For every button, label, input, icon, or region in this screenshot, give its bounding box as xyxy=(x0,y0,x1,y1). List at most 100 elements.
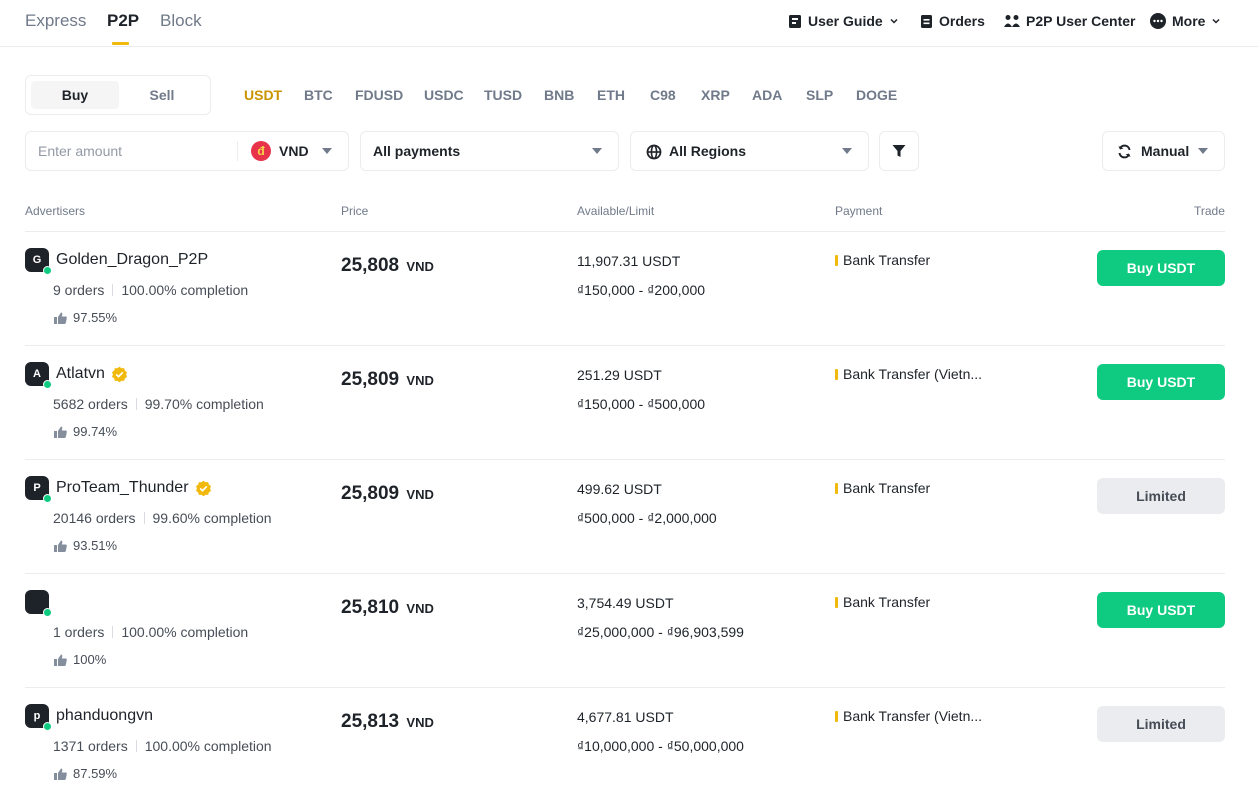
active-tab-indicator xyxy=(112,42,129,45)
coin-c98[interactable]: C98 xyxy=(650,87,676,103)
verified-badge-icon xyxy=(111,366,127,382)
avatar[interactable] xyxy=(25,590,52,617)
payment-color-bar xyxy=(835,482,838,494)
advertiser-name[interactable]: phanduongvn xyxy=(56,707,153,725)
price-value: 25,809 xyxy=(341,483,400,504)
chevron-down-icon xyxy=(1212,18,1220,24)
payment-color-bar xyxy=(835,596,838,608)
avatar-initial: G xyxy=(32,254,42,266)
price: 25,808 VND xyxy=(341,255,434,277)
completion-rate: 99.60% completion xyxy=(152,510,272,526)
online-status-dot xyxy=(43,266,52,275)
advertiser-name[interactable]: ProTeam_Thunder xyxy=(56,479,212,497)
regions-select[interactable]: All Regions xyxy=(630,131,869,171)
amount-filter: Enter amount đ VND xyxy=(25,131,349,171)
sell-toggle-button[interactable]: Sell xyxy=(118,81,206,109)
caret-down-icon xyxy=(322,148,332,154)
price-currency: VND xyxy=(406,487,434,502)
table-row: 1 orders 100.00% completion 100% 25,810 … xyxy=(25,574,1225,688)
verified-badge-icon xyxy=(195,480,211,496)
online-status-dot xyxy=(43,722,52,731)
thumbs-up-icon xyxy=(54,426,67,438)
refresh-icon xyxy=(1118,144,1131,159)
price-value: 25,810 xyxy=(341,597,400,618)
regions-select-label: All Regions xyxy=(669,143,747,159)
price-value: 25,809 xyxy=(341,369,400,390)
positive-rating: 87.59% xyxy=(73,766,118,781)
coin-xrp[interactable]: XRP xyxy=(701,87,730,103)
trade-button[interactable]: Buy USDT xyxy=(1097,592,1225,628)
trade-button[interactable]: Buy USDT xyxy=(1097,364,1225,400)
advertiser-name[interactable]: Golden_Dragon_P2P xyxy=(56,251,208,269)
avatar[interactable]: A xyxy=(25,362,52,389)
user-center-label: P2P User Center xyxy=(1026,13,1136,29)
refresh-mode-label: Manual xyxy=(1141,143,1190,159)
payments-select[interactable]: All payments xyxy=(360,131,619,171)
more-dots-icon xyxy=(1150,13,1166,29)
positive-rating: 93.51% xyxy=(73,538,118,553)
price: 25,813 VND xyxy=(341,711,434,733)
users-icon xyxy=(1004,15,1020,27)
advertiser-name-text: Golden_Dragon_P2P xyxy=(56,251,209,268)
price-value: 25,808 xyxy=(341,255,400,276)
payment-method-label: Bank Transfer xyxy=(843,252,931,268)
vnd-currency-icon: đ xyxy=(251,141,271,161)
positive-rating: 99.74% xyxy=(73,424,118,439)
more-menu[interactable]: More xyxy=(1150,13,1221,29)
coin-ada[interactable]: ADA xyxy=(752,87,782,103)
order-stats: 1 orders 100.00% completion xyxy=(53,624,248,640)
avatar[interactable]: p xyxy=(25,704,52,731)
trade-button[interactable]: Limited xyxy=(1097,706,1225,742)
orders-label: Orders xyxy=(939,13,985,29)
payment-method-label: Bank Transfer (Vietn... xyxy=(843,708,983,724)
price: 25,809 VND xyxy=(341,483,434,505)
thumbs-up-icon xyxy=(54,312,67,324)
top-nav: Express P2P Block User Guide Orders P2P … xyxy=(0,0,1258,47)
tab-express[interactable]: Express xyxy=(25,11,86,31)
user-guide-link[interactable]: User Guide xyxy=(788,13,899,29)
buy-sell-toggle: Buy Sell xyxy=(25,75,211,115)
user-center-link[interactable]: P2P User Center xyxy=(1004,13,1135,29)
advertiser-name-text: phanduongvn xyxy=(56,707,153,724)
coin-usdc[interactable]: USDC xyxy=(424,87,464,103)
price-currency: VND xyxy=(406,259,434,274)
refresh-mode-select[interactable]: Manual xyxy=(1102,131,1225,171)
advertiser-name-text: Atlatvn xyxy=(56,365,105,382)
avatar[interactable]: P xyxy=(25,476,52,503)
trade-button[interactable]: Limited xyxy=(1097,478,1225,514)
advertiser-name[interactable]: Atlatvn xyxy=(56,365,128,383)
rating: 87.59% xyxy=(54,766,117,781)
order-stats: 1371 orders 100.00% completion xyxy=(53,738,272,754)
coin-btc[interactable]: BTC xyxy=(304,87,333,103)
available-amount: 251.29 USDT xyxy=(577,367,662,383)
rating: 97.55% xyxy=(54,310,117,325)
avatar[interactable]: G xyxy=(25,248,52,275)
coin-slp[interactable]: SLP xyxy=(806,87,833,103)
completion-rate: 100.00% completion xyxy=(144,738,272,754)
buy-toggle-button[interactable]: Buy xyxy=(31,81,119,109)
coin-tusd[interactable]: TUSD xyxy=(484,87,522,103)
online-status-dot xyxy=(43,380,52,389)
coin-fdusd[interactable]: FDUSD xyxy=(355,87,403,103)
header-trade: Trade xyxy=(1194,204,1225,218)
orders-link[interactable]: Orders xyxy=(920,13,985,29)
order-stats: 5682 orders 99.70% completion xyxy=(53,396,264,412)
order-stats: 9 orders 100.00% completion xyxy=(53,282,248,298)
coin-doge[interactable]: DOGE xyxy=(856,87,897,103)
completion-rate: 100.00% completion xyxy=(121,624,249,640)
order-limit: ₫500,000 - ₫2,000,000 xyxy=(577,510,717,526)
payment-method: Bank Transfer xyxy=(835,252,930,268)
coin-usdt[interactable]: USDT xyxy=(244,87,282,103)
divider xyxy=(112,284,114,296)
amount-input[interactable]: Enter amount xyxy=(38,143,122,159)
tab-p2p[interactable]: P2P xyxy=(107,11,139,31)
price: 25,810 VND xyxy=(341,597,434,619)
trade-button[interactable]: Buy USDT xyxy=(1097,250,1225,286)
tab-block[interactable]: Block xyxy=(160,11,202,31)
fiat-select[interactable]: VND xyxy=(279,143,309,159)
filter-icon xyxy=(892,145,906,157)
coin-bnb[interactable]: BNB xyxy=(544,87,574,103)
filter-button[interactable] xyxy=(879,131,919,171)
header-payment: Payment xyxy=(835,204,883,218)
coin-eth[interactable]: ETH xyxy=(597,87,625,103)
